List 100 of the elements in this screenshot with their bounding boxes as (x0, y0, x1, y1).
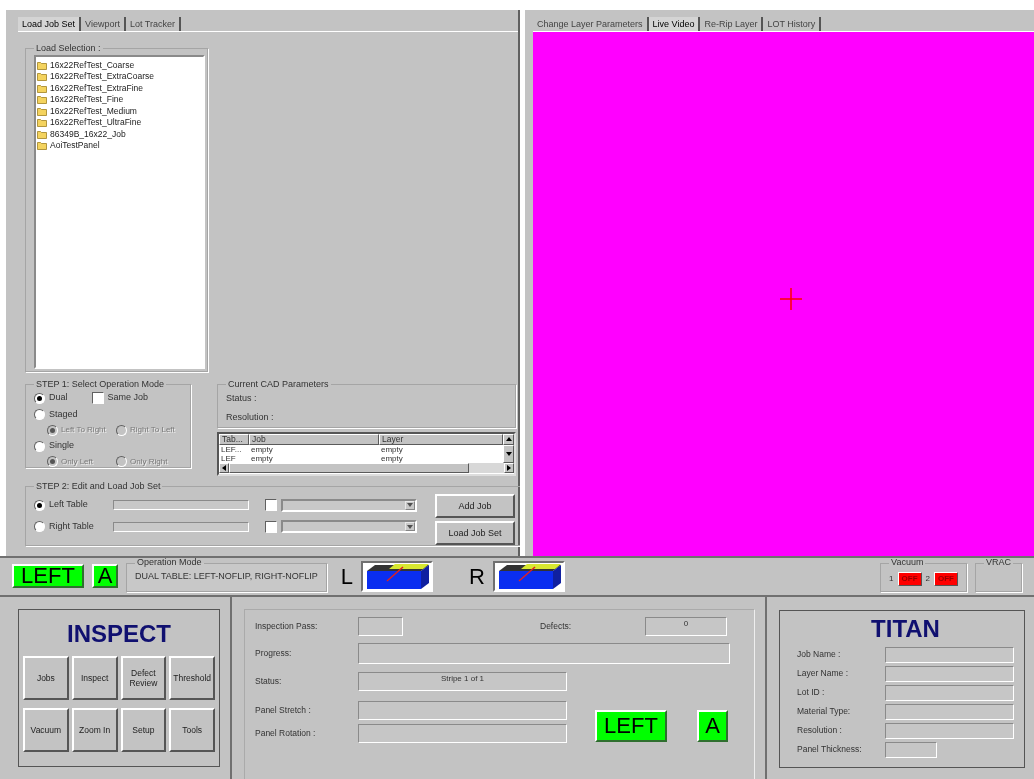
checkbox[interactable] (265, 499, 277, 512)
table-label: R (468, 562, 485, 591)
field-label: Defects: (540, 619, 573, 633)
radio-button[interactable] (34, 440, 45, 452)
vacuum-number: 1 (889, 573, 894, 585)
file-list[interactable]: 16x22RefTest_Coarse 16x22RefTest_ExtraCoarse 16x22RefTest_ExtraFine 16x22RefTest_Fine 16x22RefTest_Medium 16x22RefTest_UltraFine 86349B_16x22_Job AoiTestPanel (34, 55, 205, 370)
vacuum-status: OFF (897, 572, 922, 586)
table-cell-text: empty (380, 444, 404, 454)
radio-label: Left Table (49, 498, 89, 512)
list-item[interactable]: 16x22RefTest_UltraFine (50, 116, 142, 129)
radio-button[interactable] (34, 499, 45, 511)
group-label: Load Selection : (35, 41, 102, 55)
button[interactable]: Defect Review (120, 656, 167, 700)
column-header[interactable]: Tab... (219, 433, 249, 445)
button[interactable]: Add Job (435, 494, 515, 519)
field-label: Lot ID : (797, 686, 826, 699)
triangle-down-icon (406, 522, 414, 531)
radio-button[interactable] (34, 409, 45, 421)
list-item[interactable]: 16x22RefTest_Fine (50, 93, 124, 106)
list-item[interactable]: 86349B_16x22_Job (50, 127, 126, 141)
list-item[interactable]: 16x22RefTest_ExtraFine (50, 81, 144, 95)
status-badge: A (697, 710, 728, 742)
group-label: STEP 2: Edit and Load Job Set (35, 479, 162, 493)
radio-label: Right Table (49, 519, 95, 533)
panel-title: INSPECT (67, 619, 171, 649)
tab[interactable]: Live Video (648, 16, 701, 31)
checkbox[interactable] (265, 520, 277, 533)
list-item[interactable]: 16x22RefTest_Medium (50, 104, 137, 118)
triangle-right-icon (505, 463, 513, 472)
field-label: Panel Rotation : (255, 727, 317, 740)
table-cell-text: empty (250, 453, 274, 463)
dropdown[interactable] (281, 498, 417, 512)
field-label: Job Name : (797, 648, 842, 661)
crosshair-icon (780, 287, 802, 310)
mode-value: DUAL TABLE: LEFT-NOFLIP, RIGHT-NOFLIP (135, 570, 318, 581)
scroll-up-button[interactable] (503, 433, 514, 445)
list-item[interactable]: 16x22RefTest_ExtraCoarse (50, 70, 154, 83)
group-label: Current CAD Parameters (227, 377, 330, 391)
checkbox-label: Same Job (107, 391, 149, 405)
group-label: Vacuum (890, 556, 925, 570)
tab[interactable]: Load Job Set (18, 16, 82, 31)
status-badge: LEFT (595, 710, 667, 742)
vacuum-status: OFF (934, 572, 958, 586)
status-badge: A (92, 564, 118, 589)
button[interactable]: Load Job Set (435, 521, 515, 546)
field-label: Resolution : (797, 724, 843, 737)
output-field: Stripe 1 of 1 (358, 672, 567, 691)
column-header[interactable]: Layer (379, 433, 503, 445)
panel-title: TITAN (871, 615, 940, 643)
scroll-left-button[interactable] (219, 462, 229, 473)
button[interactable]: Setup (120, 708, 167, 752)
field-label: Panel Stretch : (255, 704, 312, 717)
button[interactable]: Inspect (71, 656, 118, 700)
button[interactable]: Jobs (23, 656, 69, 700)
field-label: Panel Thickness: (797, 743, 863, 756)
table-label: L (340, 562, 353, 591)
list-item[interactable]: AoiTestPanel (50, 139, 100, 152)
dropdown[interactable] (281, 520, 417, 534)
table-cell-text: LEF (220, 453, 237, 463)
status-badge: LEFT (12, 564, 84, 589)
field-label: Status: (255, 675, 283, 688)
field-label: Layer Name : (797, 667, 850, 680)
radio-label: Staged (49, 407, 78, 421)
checkbox[interactable] (91, 392, 104, 405)
group-label: VRAC (985, 556, 1012, 570)
button[interactable]: Vacuum (23, 708, 69, 752)
button[interactable]: Threshold (169, 656, 215, 700)
radio-label: Right To Left (130, 424, 176, 437)
button[interactable]: Tools (169, 708, 215, 752)
radio-button[interactable] (34, 521, 45, 533)
input-field[interactable] (113, 521, 249, 532)
vacuum-number: 2 (925, 573, 930, 585)
panel-drawing (498, 562, 563, 590)
scroll-right-button[interactable] (504, 462, 514, 473)
table-cell-text: LEF... (220, 444, 243, 454)
button[interactable]: Zoom In (71, 708, 118, 752)
triangle-up-icon (504, 435, 513, 444)
output-field: 0 (645, 616, 727, 636)
scroll-down-button[interactable] (503, 444, 514, 463)
field-label: Material Type: (797, 705, 852, 718)
input-field[interactable] (113, 500, 249, 511)
field-label: Status : (226, 392, 258, 406)
group-label: STEP 1: Select Operation Mode (35, 377, 165, 391)
field-label: Inspection Pass: (255, 619, 319, 633)
scrollbar-thumb[interactable] (229, 462, 469, 473)
column-header[interactable]: Job (249, 433, 379, 445)
radio-button[interactable] (34, 392, 45, 404)
radio-label: Only Left (61, 455, 94, 468)
group-label: Operation Mode (136, 556, 203, 570)
table-cell-text: empty (250, 444, 274, 454)
radio-label: Only Right (130, 455, 169, 468)
field-label: Resolution : (226, 410, 275, 424)
table-cell-text: empty (380, 453, 404, 463)
triangle-down-icon (504, 449, 513, 458)
list-item[interactable]: 16x22RefTest_Coarse (50, 58, 135, 72)
radio-label: Dual (49, 391, 68, 405)
radio-label: Single (49, 439, 75, 453)
panel-drawing (366, 562, 431, 590)
output-field (358, 616, 403, 636)
triangle-left-icon (220, 463, 228, 472)
